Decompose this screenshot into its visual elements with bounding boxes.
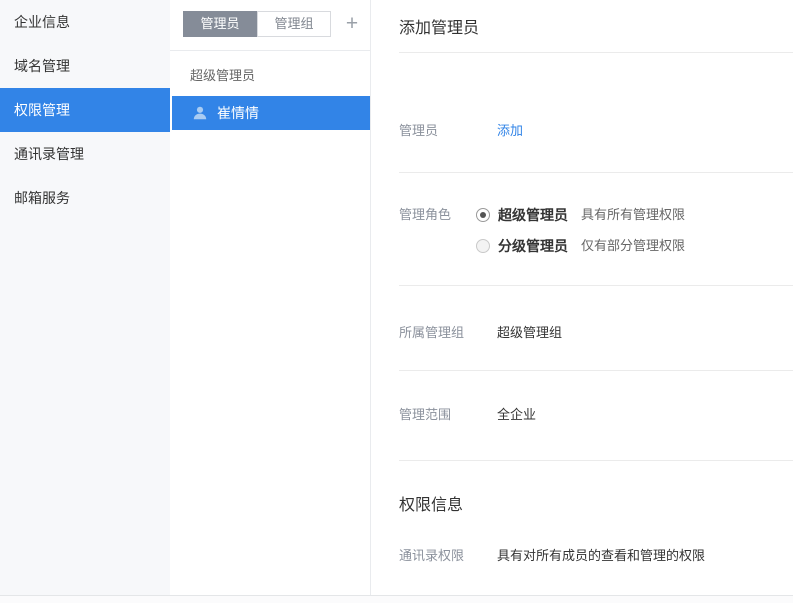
radio-unchecked-icon[interactable] bbox=[476, 239, 490, 253]
add-admin-link[interactable]: 添加 bbox=[497, 121, 523, 141]
sidebar-item-contacts-management[interactable]: 通讯录管理 bbox=[0, 132, 170, 176]
radio-option-label: 分级管理员 bbox=[498, 236, 568, 256]
permission-info-section-title: 权限信息 bbox=[371, 461, 793, 513]
group-row-value: 超级管理组 bbox=[497, 323, 562, 343]
form-row-admin-group: 所属管理组 超级管理组 bbox=[371, 286, 793, 370]
scope-row-value: 全企业 bbox=[497, 405, 536, 425]
admin-member-name: 崔情情 bbox=[217, 103, 259, 123]
sidebar-item-mailbox-service[interactable]: 邮箱服务 bbox=[0, 176, 170, 220]
radio-option-hint: 仅有部分管理权限 bbox=[581, 236, 685, 256]
sidebar-item-permission-management[interactable]: 权限管理 bbox=[0, 88, 170, 132]
admin-row-label: 管理员 bbox=[399, 121, 497, 141]
radio-option-sub-admin[interactable]: 分级管理员 仅有部分管理权限 bbox=[476, 236, 685, 256]
contacts-row-label: 通讯录权限 bbox=[399, 546, 497, 566]
scope-row-label: 管理范围 bbox=[399, 405, 497, 425]
admin-list-panel: 管理员 管理组 + 超级管理员 崔情情 bbox=[170, 0, 371, 595]
group-row-label: 所属管理组 bbox=[399, 323, 497, 343]
add-admin-plus-button[interactable]: + bbox=[341, 11, 363, 37]
form-row-contacts-permission: 通讯录权限 具有对所有成员的查看和管理的权限 bbox=[371, 513, 793, 566]
contacts-row-value: 具有对所有成员的查看和管理的权限 bbox=[497, 546, 705, 566]
radio-option-hint: 具有所有管理权限 bbox=[581, 205, 685, 225]
sidebar-item-domain-management[interactable]: 域名管理 bbox=[0, 44, 170, 88]
admin-group-header: 超级管理员 bbox=[170, 66, 370, 86]
radio-checked-icon[interactable] bbox=[476, 208, 490, 222]
admin-detail-panel: 添加管理员 管理员 添加 管理角色 超级管理员 具有所有管理权限 分级管理员 仅… bbox=[371, 0, 793, 595]
form-row-role: 管理角色 超级管理员 具有所有管理权限 分级管理员 仅有部分管理权限 bbox=[371, 173, 793, 285]
page-title: 添加管理员 bbox=[371, 0, 793, 52]
tab-administrators[interactable]: 管理员 bbox=[183, 11, 257, 37]
role-radio-group: 超级管理员 具有所有管理权限 分级管理员 仅有部分管理权限 bbox=[476, 205, 685, 256]
admin-tabs-bar: 管理员 管理组 + bbox=[170, 0, 370, 51]
form-row-admin: 管理员 添加 bbox=[371, 53, 793, 172]
person-icon bbox=[192, 105, 208, 121]
radio-option-label: 超级管理员 bbox=[498, 205, 568, 225]
radio-option-super-admin[interactable]: 超级管理员 具有所有管理权限 bbox=[476, 205, 685, 225]
tab-admin-groups[interactable]: 管理组 bbox=[257, 11, 331, 37]
form-row-scope: 管理范围 全企业 bbox=[371, 371, 793, 460]
sidebar-item-company-info[interactable]: 企业信息 bbox=[0, 0, 170, 44]
bottom-divider-strip bbox=[0, 595, 793, 603]
sidebar-nav: 企业信息 域名管理 权限管理 通讯录管理 邮箱服务 bbox=[0, 0, 170, 595]
admin-list-item-selected[interactable]: 崔情情 bbox=[172, 96, 370, 130]
